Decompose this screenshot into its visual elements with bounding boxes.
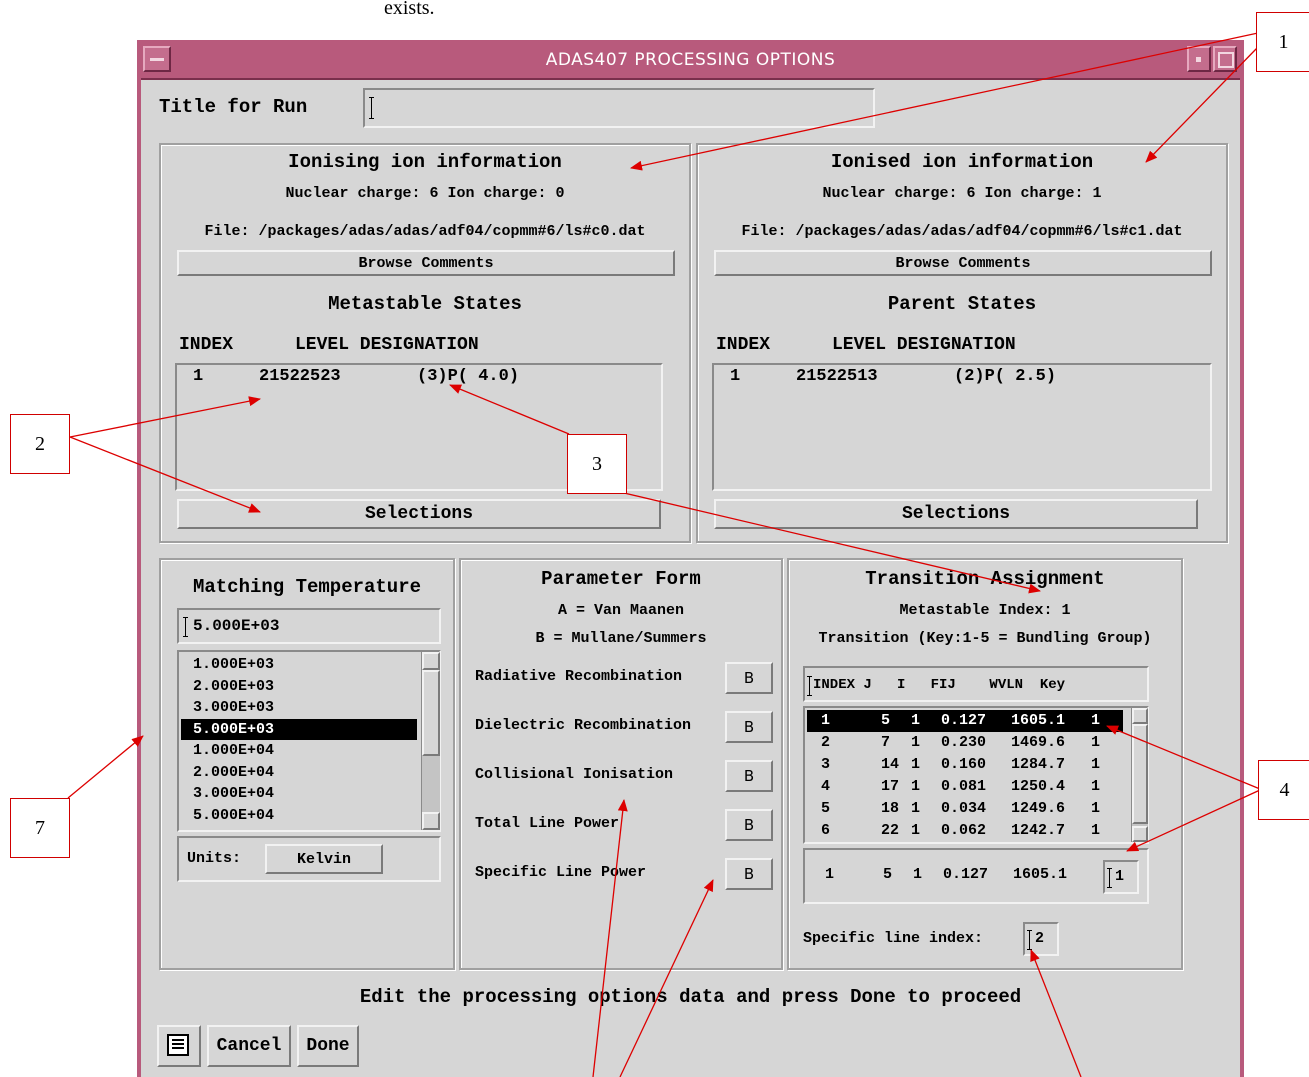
arrow-5 xyxy=(592,799,628,1077)
arrow-1b xyxy=(1145,46,1259,163)
arrow-3b xyxy=(623,492,1041,594)
arrow-3a xyxy=(449,384,570,435)
callout-7: 7 xyxy=(10,798,70,858)
callout-4: 4 xyxy=(1258,760,1309,820)
arrow-2b xyxy=(69,436,261,513)
callout-3: 3 xyxy=(567,434,627,494)
arrow-6 xyxy=(619,879,714,1077)
arrow-4b xyxy=(1126,789,1261,852)
arrow-8 xyxy=(1030,949,1082,1077)
arrow-2a xyxy=(69,396,261,438)
arrow-1a xyxy=(630,32,1259,171)
arrow-7 xyxy=(67,735,144,799)
callout-2: 2 xyxy=(10,414,70,474)
annotation-arrows xyxy=(67,32,1261,1077)
arrow-4a xyxy=(1106,725,1261,790)
callout-1: 1 xyxy=(1256,12,1309,72)
